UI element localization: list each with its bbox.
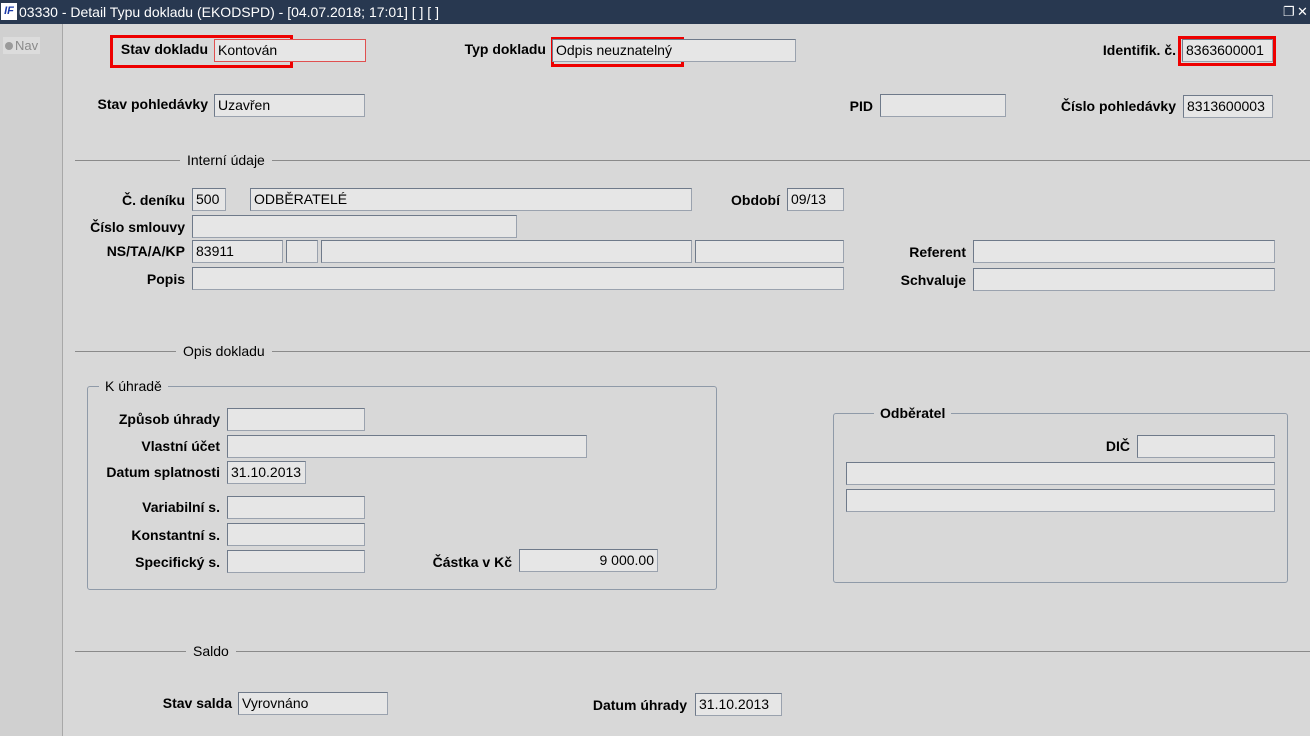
nav-toggle[interactable]: Nav [3,37,41,54]
popis-field[interactable] [192,267,844,290]
dic-label: DIČ [1105,438,1130,454]
title-bar: IF 03330 - Detail Typu dokladu (EKODSPD)… [0,0,1310,24]
obdobi-label: Období [731,192,780,208]
c-deniku-code-field[interactable]: 500 [192,188,226,211]
ta-field[interactable] [286,240,318,263]
restore-icon[interactable]: ❐ [1283,0,1295,24]
cislo-pohledavky-field[interactable]: 8313600003 [1183,95,1273,118]
cislo-pohledavky-label: Číslo pohledávky [1060,98,1176,114]
schvaluje-field[interactable] [973,268,1275,291]
ns-label: NS/TA/A/KP [106,243,185,259]
stav-salda-label: Stav salda [162,695,232,711]
zpusob-uhrady-label: Způsob úhrady [118,411,220,427]
zpusob-uhrady-field[interactable] [227,408,365,431]
referent-field[interactable] [973,240,1275,263]
section-divider [75,651,1310,652]
odberatel-line2-field[interactable] [846,489,1275,512]
c-deniku-name-field[interactable]: ODBĚRATELÉ [250,188,692,211]
section-title-interni: Interní údaje [180,152,272,168]
stav-salda-field[interactable]: Vyrovnáno [238,692,388,715]
cislo-smlouvy-label: Číslo smlouvy [90,219,185,235]
kp-field[interactable] [695,240,844,263]
variabilni-label: Variabilní s. [142,499,220,515]
stav-dokladu-label: Stav dokladu [120,41,208,57]
identifik-label: Identifik. č. [1102,42,1176,58]
vlastni-ucet-label: Vlastní účet [141,438,220,454]
datum-uhrady-field[interactable]: 31.10.2013 [695,693,782,716]
k-uhrade-title: K úhradě [99,378,168,394]
c-deniku-label: Č. deníku [121,192,185,208]
konstantni-label: Konstantní s. [131,527,220,543]
a-field[interactable] [321,240,692,263]
sidebar: Nav [0,24,63,736]
app-logo-icon: IF [1,3,17,20]
castka-label: Částka v Kč [432,554,512,570]
identifik-field[interactable]: 8363600001 [1182,39,1273,62]
specificky-label: Specifický s. [135,554,220,570]
datum-splatnosti-field[interactable]: 31.10.2013 [227,461,306,484]
pid-label: PID [849,98,873,114]
typ-dokladu-label: Typ dokladu [464,41,546,57]
schvaluje-label: Schvaluje [900,272,966,288]
odberatel-line1-field[interactable] [846,462,1275,485]
close-icon[interactable]: ✕ [1297,0,1308,24]
obdobi-field[interactable]: 09/13 [787,188,844,211]
odberatel-title: Odběratel [874,405,952,421]
datum-splatnosti-label: Datum splatnosti [106,464,220,480]
vlastni-ucet-field[interactable] [227,435,587,458]
popis-label: Popis [146,271,185,287]
window-title: 03330 - Detail Typu dokladu (EKODSPD) - … [19,4,439,20]
ns-field[interactable]: 83911 [192,240,283,263]
referent-label: Referent [909,244,966,260]
dic-field[interactable] [1137,435,1275,458]
cislo-smlouvy-field[interactable] [192,215,517,238]
stav-dokladu-field[interactable]: Kontován [214,39,366,62]
pid-field[interactable] [880,94,1006,117]
section-title-opis: Opis dokladu [176,343,272,359]
konstantni-field[interactable] [227,523,365,546]
stav-pohledavky-label: Stav pohledávky [97,96,209,112]
section-title-saldo: Saldo [186,643,236,659]
datum-uhrady-label: Datum úhrady [592,697,687,713]
castka-field[interactable]: 9 000.00 [519,549,658,572]
stav-pohledavky-field[interactable]: Uzavřen [214,94,365,117]
specificky-field[interactable] [227,550,365,573]
typ-dokladu-field[interactable]: Odpis neuznatelný [552,39,796,62]
variabilni-field[interactable] [227,496,365,519]
